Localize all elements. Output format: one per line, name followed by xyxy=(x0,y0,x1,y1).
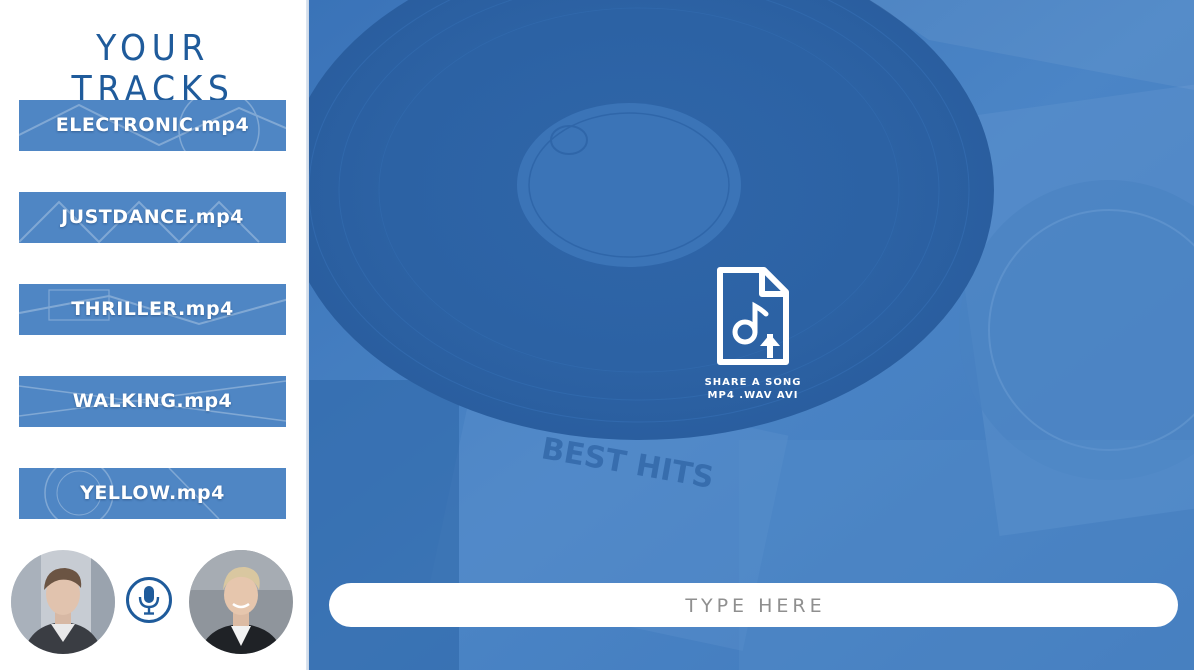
track-label: THRILLER.mp4 xyxy=(71,298,234,320)
app-window: YOUR TRACKS ELECTRONIC.mp4 JUSTDANCE.mp4… xyxy=(0,0,1194,670)
track-label: WALKING.mp4 xyxy=(72,390,233,412)
user-avatar-left[interactable] xyxy=(11,550,115,654)
track-item-electronic[interactable]: ELECTRONIC.mp4 xyxy=(19,100,286,151)
tracks-sidebar: YOUR TRACKS ELECTRONIC.mp4 JUSTDANCE.mp4… xyxy=(0,0,308,670)
track-label: ELECTRONIC.mp4 xyxy=(55,114,250,136)
track-item-thriller[interactable]: THRILLER.mp4 xyxy=(19,284,286,335)
upload-title: SHARE A SONG xyxy=(704,377,802,388)
track-label: JUSTDANCE.mp4 xyxy=(61,206,244,228)
track-label: YELLOW.mp4 xyxy=(80,482,225,504)
track-item-justdance[interactable]: JUSTDANCE.mp4 xyxy=(19,192,286,243)
music-file-upload-icon xyxy=(717,267,789,365)
share-song-upload[interactable]: SHARE A SONG MP4 .WAV AVI xyxy=(693,266,813,402)
track-item-yellow[interactable]: YELLOW.mp4 xyxy=(19,468,286,519)
main-panel: BEST HITS SHARE A SONG MP4 .WAV AVI xyxy=(309,0,1194,670)
microphone-icon xyxy=(138,586,160,615)
person-photo-right xyxy=(189,550,293,654)
message-input-bar[interactable] xyxy=(329,583,1182,629)
upload-formats: MP4 .WAV AVI xyxy=(707,390,799,401)
person-photo-left xyxy=(11,550,115,654)
message-input[interactable] xyxy=(329,583,1182,629)
track-item-walking[interactable]: WALKING.mp4 xyxy=(19,376,286,427)
microphone-button[interactable] xyxy=(126,577,172,623)
sidebar-title: YOUR TRACKS xyxy=(71,28,235,110)
user-avatar-right[interactable] xyxy=(189,550,293,654)
